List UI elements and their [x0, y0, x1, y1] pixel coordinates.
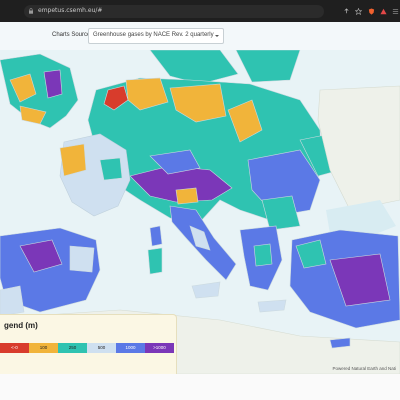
browser-toolbar: empetus.csemh.eu/# [0, 0, 400, 23]
star-icon[interactable] [355, 8, 362, 15]
legend-item: 100 [29, 343, 58, 353]
legend-label: 100 [39, 345, 48, 350]
legend-item: 1000 [116, 343, 145, 353]
charts-source-select[interactable]: Greenhouse gases by NACE Rev. 2 quarterl… [88, 28, 224, 44]
legend-label: >1000 [153, 345, 166, 350]
legend-item: 250 [58, 343, 87, 353]
chevron-down-icon [215, 35, 219, 37]
warning-icon[interactable] [380, 8, 387, 15]
map-attribution: Powered Natural Earth and Nati [332, 366, 396, 371]
page-footer-area [0, 374, 400, 400]
share-icon[interactable] [343, 8, 350, 15]
brave-shield-icon[interactable] [368, 8, 375, 15]
legend-label: 1000 [125, 345, 136, 350]
menu-icon[interactable] [392, 8, 399, 15]
legend-title: gend (m) [4, 321, 38, 330]
legend-item: 500 [87, 343, 116, 353]
address-bar[interactable]: empetus.csemh.eu/# [24, 5, 324, 18]
lock-icon [29, 8, 33, 14]
legend-item: <-0 [0, 343, 29, 353]
legend-item: >1000 [145, 343, 174, 353]
legend-scale: <-0 100 250 500 1000 >1000 [0, 343, 174, 353]
map-page: Charts Source: Greenhouse gases by NACE … [0, 22, 400, 374]
legend-label: <-0 [11, 345, 18, 350]
map-legend: gend (m) <-0 100 250 500 1000 >1000 [0, 314, 177, 374]
charts-source-label: Charts Source: [52, 32, 93, 38]
controls-bar: Charts Source: Greenhouse gases by NACE … [0, 22, 400, 50]
legend-label: 500 [97, 345, 106, 350]
legend-label: 250 [68, 345, 77, 350]
url-text: empetus.csemh.eu/# [38, 7, 103, 14]
charts-source-value: Greenhouse gases by NACE Rev. 2 quarterl… [93, 32, 214, 38]
